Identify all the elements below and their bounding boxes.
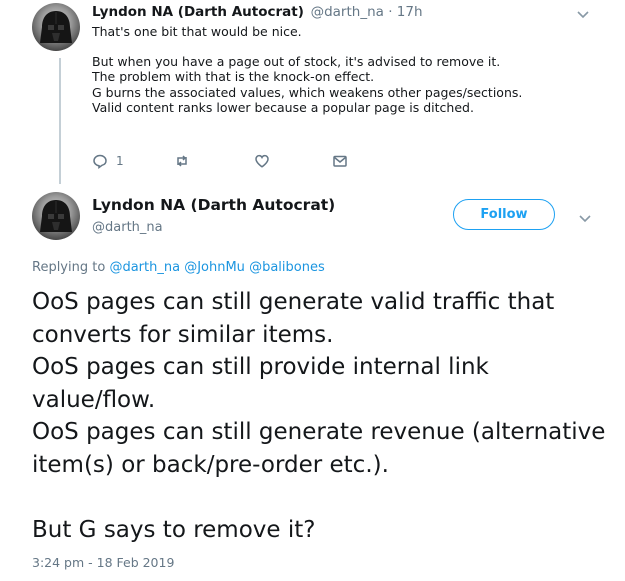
tweet-text: OoS pages can still generate valid traff… — [32, 286, 617, 546]
like-button[interactable] — [254, 153, 270, 169]
reply-button[interactable]: 1 — [92, 153, 124, 169]
tweet-line: The problem with that is the knock-on ef… — [92, 69, 375, 84]
tweet-author-row: Lyndon NA (Darth Autocrat) @darth_na · 1… — [92, 4, 423, 20]
author-name[interactable]: Lyndon NA (Darth Autocrat) — [92, 196, 335, 214]
avatar[interactable] — [32, 3, 80, 51]
darth-vader-avatar-image — [40, 200, 72, 232]
tweet-timestamp[interactable]: 3:24 pm - 18 Feb 2019 — [32, 555, 174, 570]
tweet-line: Valid content ranks lower because a popu… — [92, 100, 474, 115]
reply-icon — [92, 153, 108, 169]
retweet-button[interactable] — [174, 153, 190, 169]
replying-to-label: Replying to — [32, 260, 106, 275]
reply-count: 1 — [116, 154, 124, 168]
author-meta: @darth_na · 17h — [310, 4, 423, 20]
retweet-icon — [174, 153, 190, 169]
message-icon — [332, 153, 348, 169]
chevron-down-icon[interactable] — [575, 6, 591, 19]
tweet-line: G burns the associated values, which wea… — [92, 84, 523, 100]
tweet-text: That's one bit that would be nice. But w… — [92, 24, 602, 116]
chevron-down-icon[interactable] — [578, 209, 592, 223]
like-icon — [254, 153, 270, 169]
tweet-line: OoS pages can still generate revenue (al… — [32, 419, 606, 478]
author-handle[interactable]: @darth_na — [92, 220, 163, 235]
thread-connector-line — [59, 58, 61, 184]
darth-vader-avatar-image — [40, 11, 72, 43]
avatar[interactable] — [32, 192, 80, 240]
tweet-line: But when you have a page out of stock, i… — [92, 53, 501, 69]
author-name[interactable]: Lyndon NA (Darth Autocrat) — [92, 4, 304, 20]
tweet-line: OoS pages can still generate valid traff… — [32, 289, 555, 348]
message-button[interactable] — [332, 153, 348, 169]
mention-link[interactable]: @balibones — [249, 260, 325, 275]
mention-link[interactable]: @JohnMu — [184, 260, 245, 275]
tweet-line: But G says to remove it? — [32, 516, 316, 543]
mention-link[interactable]: @darth_na — [109, 260, 180, 275]
tweet-line: OoS pages can still provide internal lin… — [32, 354, 489, 413]
tweet-line: That's one bit that would be nice. — [92, 24, 302, 39]
replying-to: Replying to @darth_na @JohnMu @balibones — [32, 260, 325, 275]
follow-button[interactable]: Follow — [453, 199, 555, 230]
